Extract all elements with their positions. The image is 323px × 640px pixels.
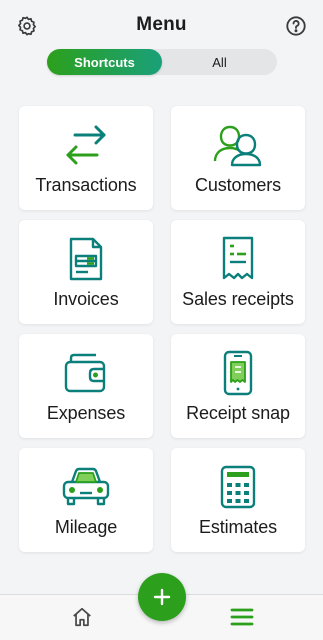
- shortcut-label: Mileage: [54, 517, 118, 537]
- home-icon[interactable]: [69, 605, 95, 629]
- shortcut-label: Estimates: [198, 517, 278, 537]
- shortcut-invoices[interactable]: Invoices: [19, 220, 153, 324]
- shortcut-expenses[interactable]: Expenses: [19, 334, 153, 438]
- tab-shortcuts[interactable]: Shortcuts: [47, 49, 162, 75]
- page-title: Menu: [136, 14, 187, 35]
- invoice-icon: [19, 236, 153, 282]
- shortcut-receipt-snap[interactable]: Receipt snap: [171, 334, 305, 438]
- shortcut-label: Invoices: [53, 289, 119, 309]
- customers-icon: [171, 122, 305, 168]
- wallet-icon: [19, 350, 153, 396]
- shortcut-sales-receipts[interactable]: Sales receipts: [171, 220, 305, 324]
- shortcut-label: Customers: [194, 175, 282, 195]
- shortcut-label: Sales receipts: [182, 289, 294, 309]
- shortcut-mileage[interactable]: Mileage: [19, 448, 153, 552]
- car-icon: [19, 464, 153, 510]
- shortcut-estimates[interactable]: Estimates: [171, 448, 305, 552]
- tab-all[interactable]: All: [162, 49, 277, 75]
- shortcuts-grid: Transactions Customers Invoices Sales re…: [19, 106, 305, 552]
- shortcut-customers[interactable]: Customers: [171, 106, 305, 210]
- menu-icon[interactable]: [229, 605, 255, 629]
- view-toggle: Shortcuts All: [47, 49, 277, 75]
- shortcut-label: Expenses: [46, 403, 126, 423]
- add-button[interactable]: [138, 573, 186, 621]
- receipt-icon: [171, 236, 305, 282]
- plus-icon: [152, 587, 172, 607]
- transfer-arrows-icon: [19, 122, 153, 168]
- menu-screen: Menu Shortcuts All Transactions Customer…: [0, 0, 323, 640]
- phone-receipt-icon: [171, 350, 305, 396]
- shortcut-transactions[interactable]: Transactions: [19, 106, 153, 210]
- calculator-icon: [171, 464, 305, 510]
- shortcut-label: Receipt snap: [186, 403, 290, 423]
- header: Menu: [0, 0, 323, 50]
- shortcut-label: Transactions: [35, 175, 137, 195]
- help-icon[interactable]: [284, 14, 308, 38]
